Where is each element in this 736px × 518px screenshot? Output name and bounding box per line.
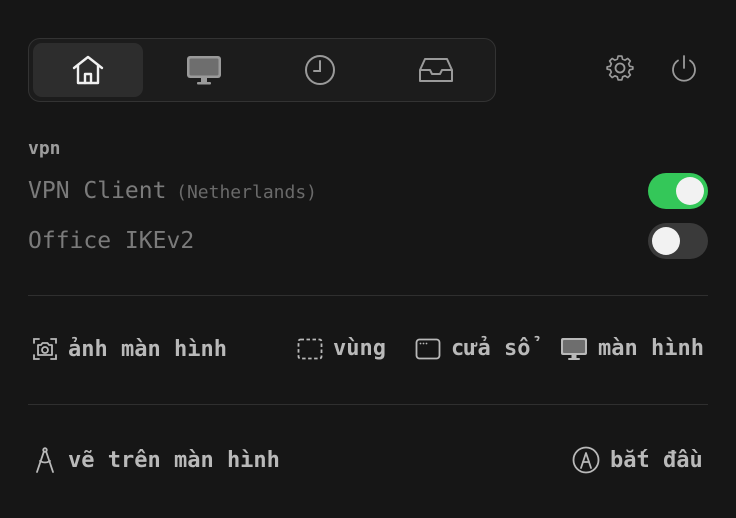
divider [28, 295, 708, 296]
draw-start-icon [572, 446, 600, 474]
vpn-row-office-ikev2: Office IKEv2 [28, 221, 708, 261]
tab-home[interactable] [33, 43, 143, 97]
vpn-toggle-vpn-client[interactable] [648, 173, 708, 209]
vpn-location: (Netherlands) [176, 182, 318, 203]
draw-label: vẽ trên màn hình [68, 447, 280, 473]
draw-start-label: bắt đầu [610, 447, 703, 473]
gear-icon [606, 55, 634, 81]
settings-button[interactable] [604, 52, 636, 84]
window-label: cửa sổ [451, 336, 531, 361]
camera-icon [33, 338, 57, 360]
draw-row-label: vẽ trên màn hình [32, 446, 280, 474]
compass-icon [36, 447, 54, 473]
region-label: vùng [333, 336, 386, 361]
screenshot-region-button[interactable]: vùng [297, 336, 386, 361]
draw-start-button[interactable]: bắt đầu [572, 446, 703, 474]
vpn-row-vpn-client: VPN Client (Netherlands) [28, 171, 708, 211]
screenshot-row-label: ảnh màn hình [32, 336, 227, 362]
power-icon [672, 55, 696, 82]
vpn-name: Office IKEv2 [28, 228, 195, 254]
vpn-toggle-office-ikev2[interactable] [648, 223, 708, 259]
tab-monitor[interactable] [149, 43, 259, 97]
screenshot-window-button[interactable]: cửa sổ [415, 336, 530, 361]
clock-icon [305, 55, 335, 85]
screenshot-label: ảnh màn hình [68, 336, 227, 362]
divider [28, 404, 708, 405]
inbox-icon [419, 58, 453, 82]
region-icon [297, 338, 323, 359]
home-icon [72, 55, 104, 85]
screenshot-display-button[interactable]: màn hình [560, 336, 704, 361]
tab-bar [28, 38, 496, 102]
tab-inbox[interactable] [381, 43, 491, 97]
window-icon [415, 338, 441, 359]
display-label: màn hình [598, 336, 704, 361]
vpn-section-label: vpn [28, 138, 61, 159]
display-icon [561, 337, 587, 360]
power-button[interactable] [668, 52, 700, 84]
vpn-name: VPN Client [28, 178, 167, 204]
tab-history[interactable] [265, 43, 375, 97]
monitor-icon [187, 56, 221, 85]
